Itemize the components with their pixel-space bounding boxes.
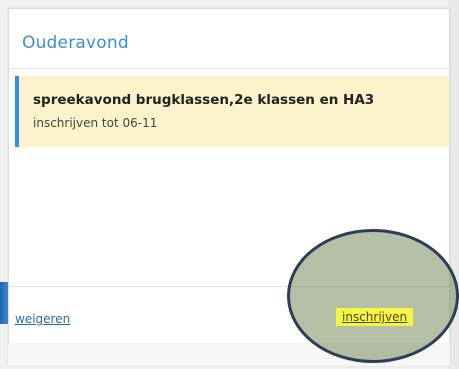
event-item[interactable]: spreekavond brugklassen,2e klassen en HA… — [15, 76, 449, 147]
decline-link[interactable]: weigeren — [15, 312, 70, 326]
widget-title: Ouderavond — [22, 33, 129, 53]
title-divider — [8, 68, 450, 69]
annotation-circle — [287, 229, 459, 363]
register-link[interactable]: inschrijven — [336, 308, 414, 326]
event-deadline: inschrijven tot 06-11 — [33, 116, 158, 130]
event-title: spreekavond brugklassen,2e klassen en HA… — [33, 92, 375, 108]
